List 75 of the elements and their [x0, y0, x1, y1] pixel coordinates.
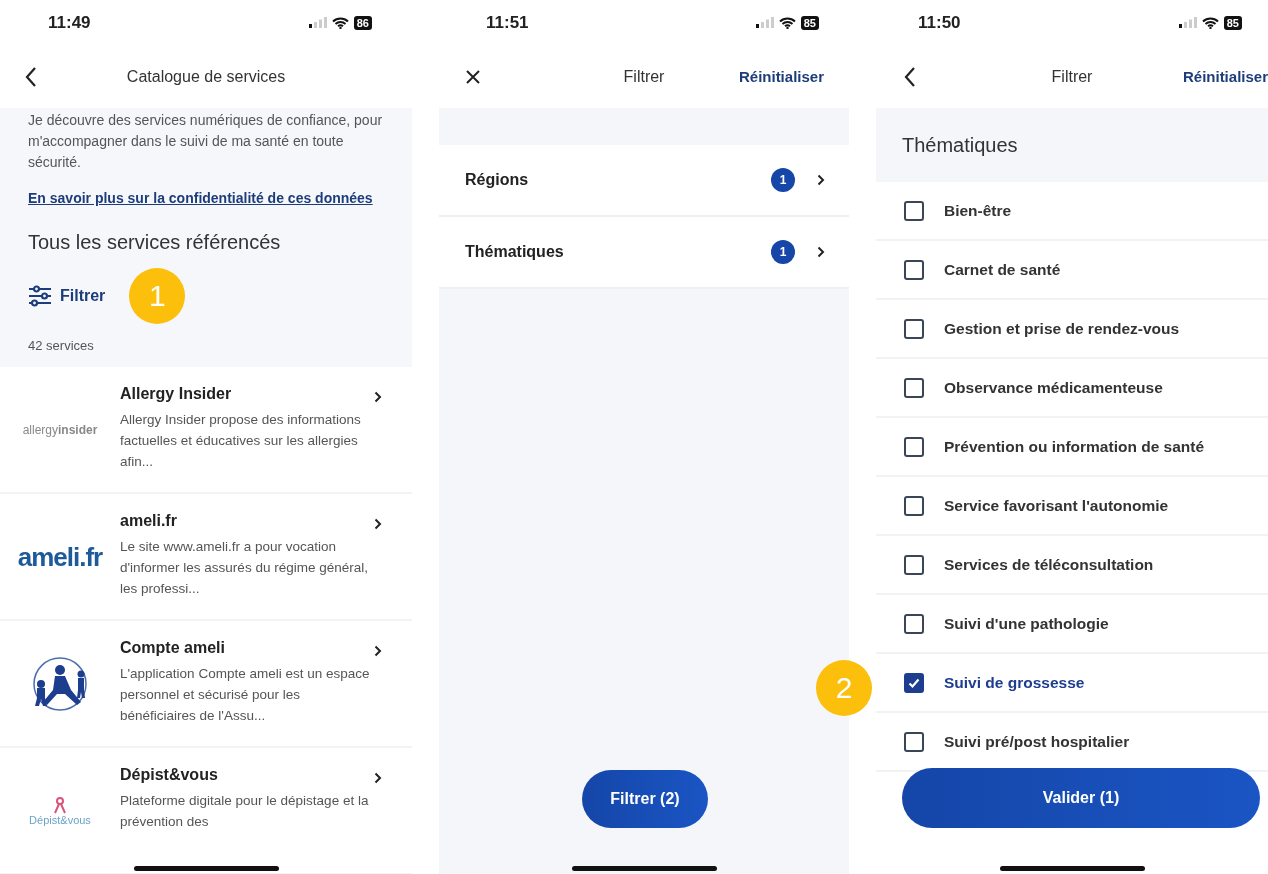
- option-label: Observance médicamenteuse: [944, 378, 1163, 397]
- checkbox[interactable]: [904, 613, 924, 634]
- service-description: Plateforme digitale pour le dépistage et la prévention des: [120, 792, 370, 831]
- option-label: Suivi d'une pathologie: [944, 614, 1109, 633]
- battery-level: 85: [800, 15, 819, 30]
- back-icon[interactable]: [904, 66, 916, 87]
- service-logo: ameli.fr: [17, 541, 103, 573]
- service-item[interactable]: Compte ameli L'application Compte ameli est un espace personnel et sécurisé pour les bénéficiaires de l'Assu...: [0, 621, 412, 748]
- screen-title: Catalogue de services: [126, 67, 286, 86]
- service-item[interactable]: allergyinsider Allergy Insider Allergy Insider propose des informations factuelles et éducatives sur les allergies afin...: [0, 367, 412, 494]
- callout-number: 2: [816, 660, 872, 716]
- count-badge: 1: [771, 168, 795, 192]
- count-badge: 1: [771, 240, 795, 264]
- wifi-icon: [1201, 16, 1219, 29]
- filter-button[interactable]: Filtrer: [28, 281, 106, 311]
- signal-icon: [755, 17, 774, 28]
- chevron-icon: [817, 246, 825, 258]
- service-logo: allergyinsider: [22, 423, 98, 437]
- service-item[interactable]: ameli.fr ameli.fr Le site www.ameli.fr a pour vocation d'informer les assurés du régime général, les professi...: [0, 494, 412, 621]
- chevron-icon: [374, 645, 382, 657]
- result-count: 42 services: [28, 338, 95, 353]
- sliders-icon: [28, 285, 52, 307]
- service-name: Dépist&vous: [120, 766, 219, 784]
- chevron-icon: [374, 772, 382, 784]
- battery-level: 86: [353, 15, 372, 30]
- back-icon[interactable]: [25, 66, 37, 87]
- option-label: Suivi de grossesse: [944, 673, 1085, 692]
- battery-level: 85: [1223, 15, 1242, 30]
- chevron-icon: [374, 391, 382, 403]
- checkbox[interactable]: [904, 731, 924, 752]
- screen-title: Filtrer: [1051, 67, 1093, 86]
- chevron-icon: [374, 518, 382, 530]
- wifi-icon: [331, 16, 349, 29]
- signal-icon: [308, 17, 327, 28]
- option-label: Service favorisant l'autonomie: [944, 496, 1169, 515]
- reset-link[interactable]: Réinitialiser: [1182, 68, 1268, 85]
- service-logo: Dépist&vous: [29, 796, 91, 826]
- reset-link[interactable]: Réinitialiser: [738, 68, 824, 85]
- service-name: Allergy Insider: [120, 385, 233, 403]
- section-heading: Thématiques: [902, 133, 1018, 157]
- service-description: L'application Compte ameli est un espace personnel et sécurisé pour les bénéficiaires de l'Assu...: [120, 665, 371, 725]
- option-label: Carnet de santé: [944, 260, 1061, 279]
- status-time: 11:49: [48, 12, 91, 33]
- intro-text: Je découvre des services numériques de confiance, pour m'accompagner dans le suivi de ma santé en toute sécurité.: [28, 111, 384, 172]
- checkbox[interactable]: [904, 554, 924, 575]
- section-heading: Tous les services référencés: [28, 231, 282, 254]
- checkbox[interactable]: [904, 436, 924, 457]
- status-time: 11:50: [918, 12, 961, 33]
- wifi-icon: [778, 16, 796, 29]
- chevron-icon: [817, 174, 825, 186]
- checkbox[interactable]: [904, 318, 924, 339]
- option-label: Services de téléconsultation: [944, 555, 1154, 574]
- service-description: Le site www.ameli.fr a pour vocation d'informer les assurés du régime général, les professi...: [120, 538, 369, 598]
- checkbox[interactable]: [904, 200, 924, 221]
- checkbox[interactable]: [904, 495, 924, 516]
- callout-number: 1: [129, 268, 186, 324]
- option-label: Bien-être: [944, 201, 1012, 220]
- service-description: Allergy Insider propose des informations factuelles et éducatives sur les allergies afin...: [120, 411, 362, 471]
- screen-title: Filtrer: [623, 67, 665, 86]
- status-time: 11:51: [486, 12, 529, 33]
- option-label: Suivi pré/post hospitalier: [944, 732, 1130, 751]
- service-name: Compte ameli: [120, 639, 226, 657]
- checkbox[interactable]: [904, 672, 924, 693]
- filter-category[interactable]: Régions 1: [439, 145, 849, 217]
- apply-filter-button[interactable]: Filtrer (2): [582, 770, 708, 828]
- service-name: ameli.fr: [120, 512, 178, 530]
- option-label: Gestion et prise de rendez-vous: [944, 319, 1180, 338]
- close-icon[interactable]: [466, 69, 480, 84]
- privacy-link[interactable]: En savoir plus sur la confidentialité de ces données: [28, 188, 384, 209]
- checkbox[interactable]: [904, 377, 924, 398]
- signal-icon: [1178, 17, 1197, 28]
- checkbox[interactable]: [904, 259, 924, 280]
- option-label: Prévention ou information de santé: [944, 437, 1205, 456]
- validate-button[interactable]: Valider (1): [902, 768, 1260, 828]
- filter-category[interactable]: Thématiques 1: [439, 217, 849, 289]
